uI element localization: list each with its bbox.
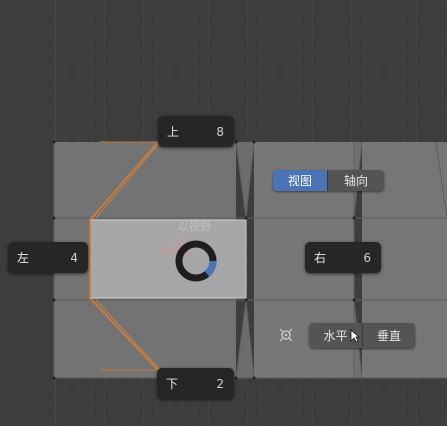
axis-option[interactable]: 轴向 bbox=[327, 170, 384, 191]
snap-icon[interactable] bbox=[278, 327, 294, 343]
pie-button-right[interactable]: 右 6 bbox=[305, 242, 381, 273]
faded-viewport-label: 以视野 bbox=[178, 219, 211, 233]
3d-viewport[interactable]: 以视野 bbox=[0, 0, 447, 426]
pie-button-top-key: 8 bbox=[216, 124, 224, 139]
view-option[interactable]: 视图 bbox=[273, 170, 327, 191]
horizontal-vertical-toggle: 水平 垂直 bbox=[309, 323, 415, 348]
pie-button-left-label: 左 bbox=[17, 251, 30, 265]
pie-button-bottom-key: 2 bbox=[216, 376, 224, 391]
pie-button-top-label: 上 bbox=[167, 125, 180, 139]
pie-button-right-key: 6 bbox=[363, 250, 371, 265]
view-axis-toggle: 视图 轴向 bbox=[273, 170, 384, 191]
pie-button-bottom[interactable]: 下 2 bbox=[157, 368, 234, 399]
mouse-cursor-icon bbox=[350, 329, 360, 343]
pie-button-left-key: 4 bbox=[70, 250, 78, 265]
pie-button-top[interactable]: 上 8 bbox=[158, 116, 234, 147]
pie-button-left[interactable]: 左 4 bbox=[8, 242, 88, 273]
selected-face bbox=[89, 219, 247, 299]
vertical-option[interactable]: 垂直 bbox=[362, 323, 415, 348]
pie-button-right-label: 右 bbox=[314, 251, 327, 265]
pie-button-bottom-label: 下 bbox=[166, 377, 179, 391]
